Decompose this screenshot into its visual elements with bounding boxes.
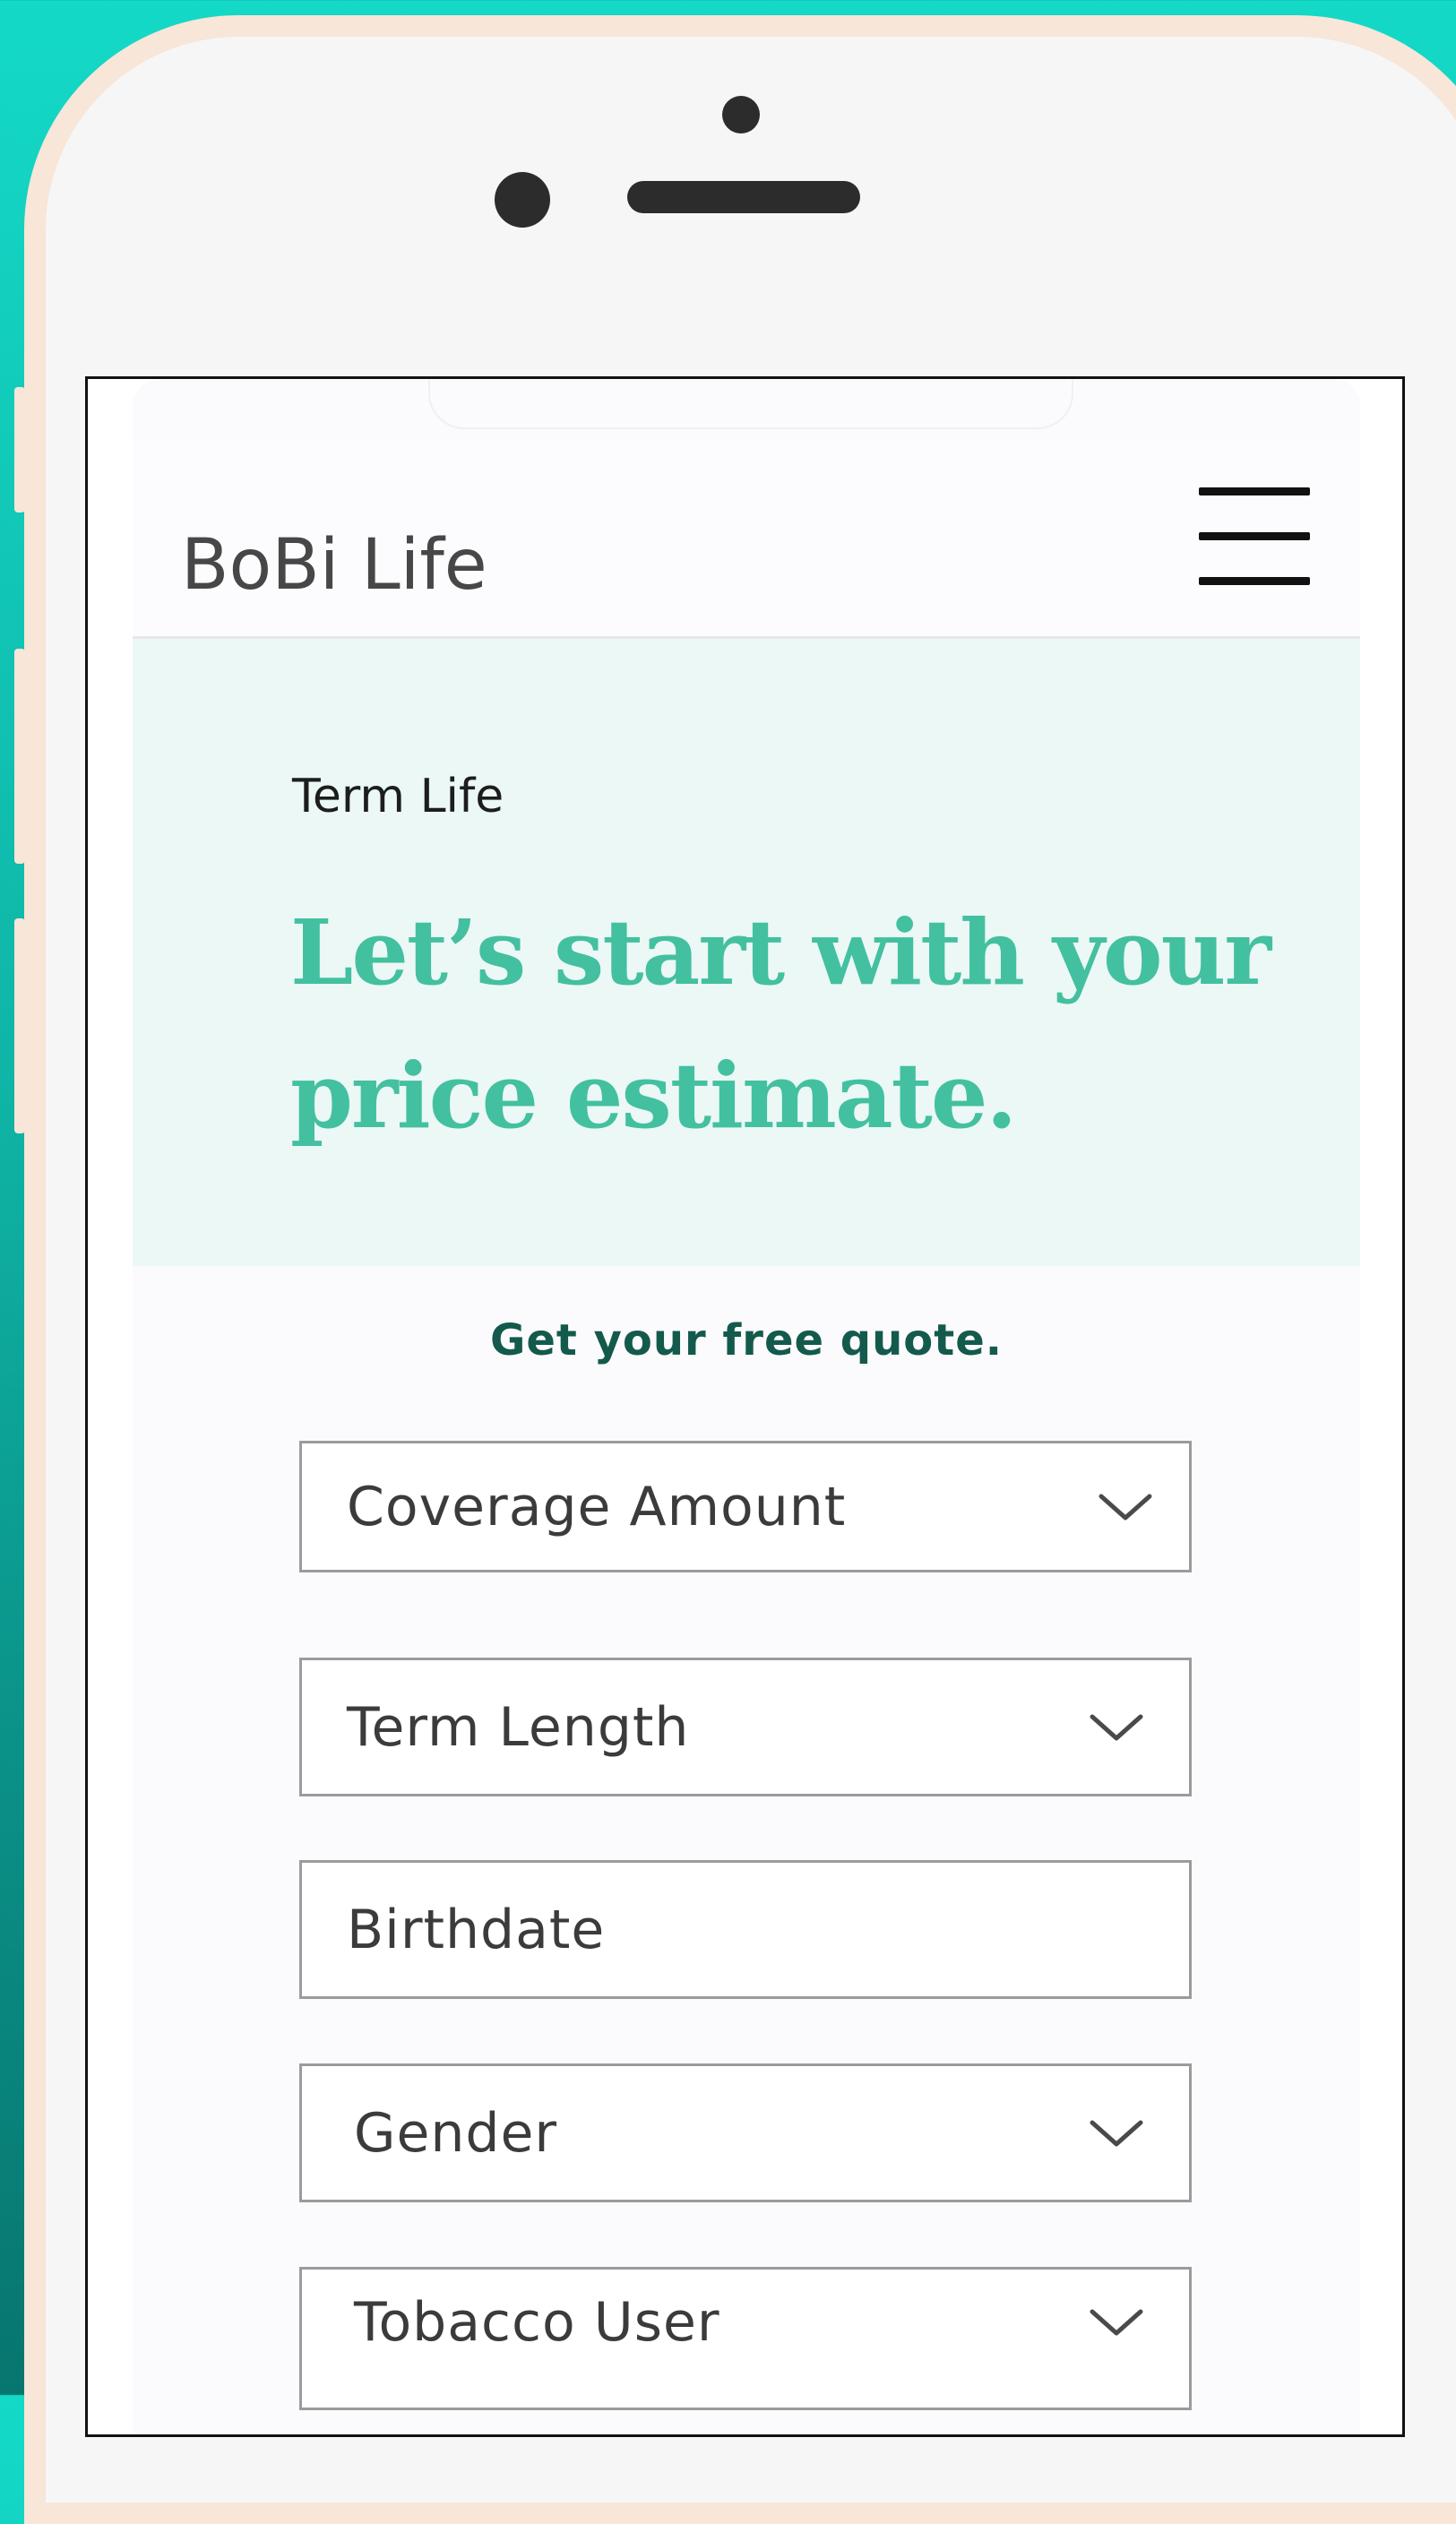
field-label: Birthdate	[347, 1898, 606, 1961]
menu-bar	[1199, 487, 1310, 495]
chevron-down-icon	[1090, 2309, 1143, 2336]
coverage-amount-select[interactable]: Coverage Amount	[299, 1441, 1192, 1572]
hero-section: Term Life Let’s start with your price es…	[133, 639, 1360, 1266]
product-eyebrow: Term Life	[292, 770, 504, 823]
chevron-down-icon	[1090, 1714, 1143, 1740]
front-camera	[495, 172, 550, 228]
menu-bar	[1199, 532, 1310, 540]
earpiece-speaker	[627, 181, 860, 213]
form-heading: Get your free quote.	[489, 1315, 1004, 1365]
chevron-down-icon	[1098, 1494, 1152, 1520]
hamburger-menu-icon[interactable]	[1199, 484, 1314, 591]
field-label: Gender	[354, 2101, 558, 2165]
front-sensor	[722, 96, 760, 134]
gender-select[interactable]: Gender	[299, 2063, 1192, 2202]
tobacco-user-select[interactable]: Tobacco User	[299, 2267, 1192, 2410]
phone-screen: BoBi Life Term Life Let’s start with you…	[85, 376, 1405, 2437]
app-viewport: BoBi Life Term Life Let’s start with you…	[133, 379, 1360, 2434]
field-label: Coverage Amount	[347, 1475, 847, 1538]
app-header: BoBi Life	[133, 442, 1360, 639]
term-length-select[interactable]: Term Length	[299, 1658, 1192, 1796]
app-title[interactable]: BoBi Life	[181, 530, 487, 600]
menu-bar	[1199, 577, 1310, 585]
hero-headline: Let’s start with your price estimate.	[290, 900, 1271, 1149]
screen-notch	[428, 379, 1073, 429]
field-label: Term Length	[347, 1695, 690, 1759]
chevron-down-icon	[1090, 2120, 1143, 2146]
birthdate-input[interactable]: Birthdate	[299, 1860, 1192, 1999]
field-label: Tobacco User	[354, 2290, 720, 2354]
